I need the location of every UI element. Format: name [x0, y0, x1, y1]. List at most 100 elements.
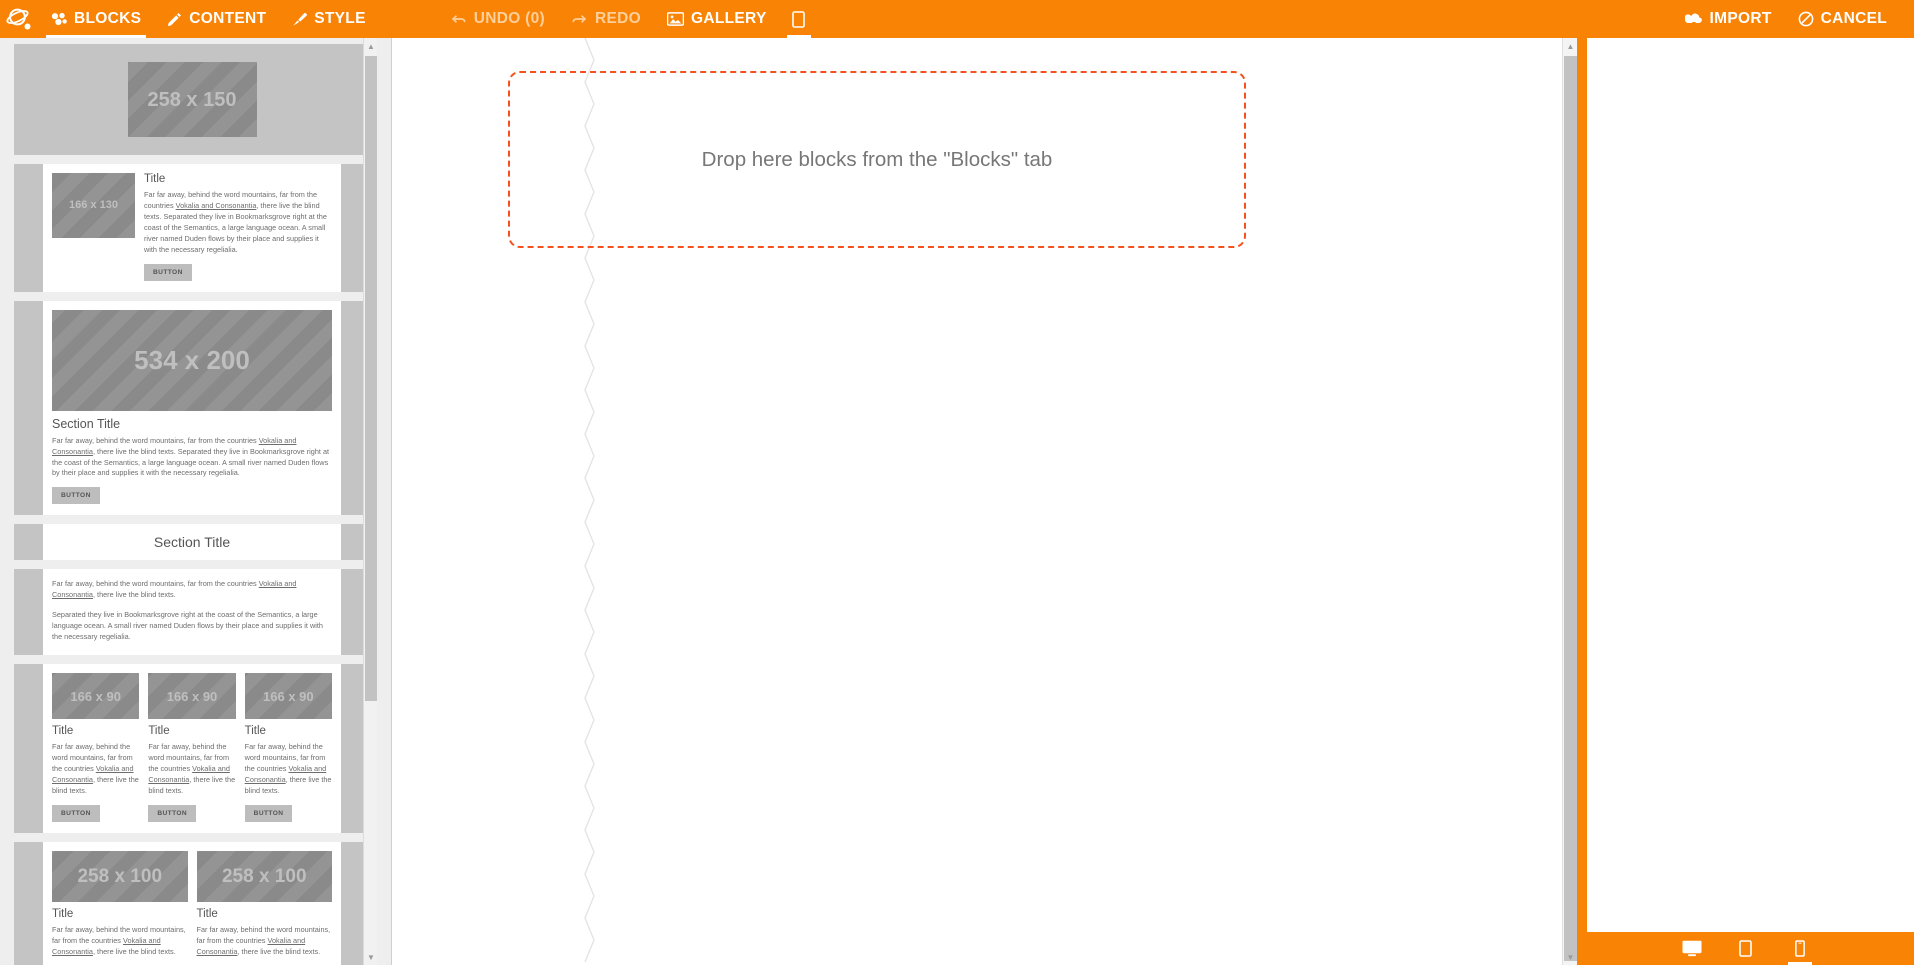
redo-button[interactable]: REDO [558, 0, 654, 38]
toolbar-actions: IMPORT CANCEL [1672, 0, 1914, 38]
block-row: 166 x 130 Title Far far away, behind the… [52, 173, 332, 281]
canvas-scrollbar[interactable]: ▲ ▼ [1562, 38, 1577, 965]
block-title: Title [52, 907, 74, 920]
tab-content-label: CONTENT [189, 10, 267, 27]
block-title: Section Title [52, 416, 121, 431]
block-two-col[interactable]: 258 x 100 Title Far far away, behind the… [14, 841, 370, 965]
editor-canvas[interactable]: Drop here blocks from the "Blocks" tab [393, 38, 1562, 965]
block-body: 534 x 200 Section Title Far far away, be… [43, 300, 341, 516]
block-gutter [14, 524, 43, 561]
block-button[interactable]: BUTTON [52, 804, 100, 822]
cancel-button[interactable]: CANCEL [1785, 0, 1900, 38]
pencil-icon [167, 12, 182, 27]
scroll-up-icon[interactable]: ▲ [1563, 38, 1578, 54]
block-gutter [14, 664, 43, 833]
ban-icon [1798, 11, 1814, 27]
sidebar-scrollbar[interactable]: ▲ ▼ [363, 38, 377, 965]
blocks-list: 258 x 150 166 x 130 Title Far far away, … [0, 38, 378, 965]
tab-blocks[interactable]: BLOCKS [38, 0, 154, 38]
block-column: 166 x 90 Title Far far away, behind the … [244, 673, 332, 822]
image-placeholder: 534 x 200 [52, 309, 332, 411]
block-gutter [14, 164, 43, 292]
import-button[interactable]: IMPORT [1672, 0, 1785, 38]
cancel-label: CANCEL [1820, 10, 1887, 27]
app-logo[interactable] [0, 0, 38, 38]
block-gutter [14, 44, 43, 155]
block-heading-text: Section Title [153, 534, 231, 551]
tablet-icon [792, 10, 805, 28]
canvas-dropzone[interactable]: Drop here blocks from the "Blocks" tab [508, 71, 1246, 248]
tab-blocks-label: BLOCKS [74, 10, 142, 27]
undo-button[interactable]: UNDO (0) [437, 0, 558, 38]
right-panel-accent-strip [1577, 38, 1587, 965]
block-column: 258 x 100 Title Far far away, behind the… [52, 850, 188, 965]
image-placeholder: 166 x 90 [148, 673, 236, 720]
planet-logo-icon [6, 6, 32, 32]
tab-content[interactable]: CONTENT [154, 0, 279, 38]
right-preview-panel[interactable] [1587, 38, 1914, 965]
block-row: 166 x 90 Title Far far away, behind the … [52, 673, 332, 822]
block-button[interactable]: BUTTON [244, 804, 293, 822]
block-paragraph-1: Far far away, behind the word mountains,… [52, 579, 297, 600]
block-paragraph: Far far away, behind the word mountains,… [52, 924, 186, 956]
top-toolbar: BLOCKS CONTENT STYLE UNDO (0) REDO GALLE… [0, 0, 1914, 38]
block-body: Far far away, behind the word mountains,… [43, 569, 341, 656]
cloud-upload-icon [1684, 12, 1703, 26]
gallery-button[interactable]: GALLERY [654, 0, 780, 38]
image-placeholder: 258 x 150 [127, 62, 257, 137]
block-title: Title [196, 907, 218, 920]
block-title: Title [144, 173, 166, 185]
block-title: Title [148, 725, 170, 738]
block-gutter [14, 841, 43, 965]
block-column: 166 x 90 Title Far far away, behind the … [148, 673, 236, 822]
image-icon [667, 12, 684, 26]
blocks-icon [51, 12, 67, 26]
canvas-scroll-thumb[interactable] [1564, 56, 1577, 961]
block-image[interactable]: 258 x 150 [14, 44, 370, 155]
import-label: IMPORT [1709, 10, 1772, 27]
block-button[interactable]: BUTTON [144, 263, 192, 281]
image-placeholder: 166 x 90 [244, 673, 332, 720]
block-gutter [14, 300, 43, 516]
block-body: 166 x 130 Title Far far away, behind the… [43, 164, 341, 292]
block-paragraph: Far far away, behind the word mountains,… [52, 435, 330, 478]
mobile-icon [1794, 940, 1805, 957]
dropzone-label: Drop here blocks from the "Blocks" tab [701, 147, 1053, 171]
block-paragraph: Far far away, behind the word mountains,… [196, 924, 331, 956]
block-paragraph: Far far away, behind the word mountains,… [52, 742, 139, 795]
block-hero[interactable]: 534 x 200 Section Title Far far away, be… [14, 300, 370, 516]
tab-style[interactable]: STYLE [279, 0, 378, 38]
block-body: Section Title [43, 524, 341, 561]
block-row: 258 x 100 Title Far far away, behind the… [52, 850, 332, 965]
image-placeholder: 166 x 130 [52, 173, 135, 238]
scroll-up-icon[interactable]: ▲ [364, 38, 378, 54]
device-mobile-button[interactable] [1787, 932, 1813, 965]
sidebar-scroll-thumb[interactable] [365, 56, 377, 701]
block-image-text[interactable]: 166 x 130 Title Far far away, behind the… [14, 164, 370, 292]
block-gutter [14, 569, 43, 656]
block-body: 258 x 100 Title Far far away, behind the… [43, 841, 341, 965]
toolbar-device-toggle[interactable] [780, 0, 818, 38]
block-heading[interactable]: Section Title [14, 524, 370, 561]
block-button[interactable]: BUTTON [52, 487, 100, 505]
brush-icon [292, 12, 308, 27]
tab-style-label: STYLE [314, 10, 366, 27]
image-placeholder: 258 x 100 [52, 850, 188, 902]
scroll-down-icon[interactable]: ▼ [364, 949, 378, 965]
block-title: Title [244, 725, 266, 738]
block-body: 258 x 150 [43, 44, 341, 155]
undo-arrow-icon [450, 12, 467, 26]
block-text[interactable]: Far far away, behind the word mountains,… [14, 569, 370, 656]
block-paragraph: Far far away, behind the word mountains,… [244, 742, 332, 795]
scroll-down-icon[interactable]: ▼ [1563, 949, 1578, 965]
block-body: 166 x 90 Title Far far away, behind the … [43, 664, 341, 833]
block-button[interactable]: BUTTON [148, 804, 197, 822]
block-paragraph: Far far away, behind the word mountains,… [144, 190, 327, 254]
block-column: 166 x 90 Title Far far away, behind the … [52, 673, 140, 822]
block-three-col[interactable]: 166 x 90 Title Far far away, behind the … [14, 664, 370, 833]
device-tablet-button[interactable] [1733, 932, 1759, 965]
block-column: 258 x 100 Title Far far away, behind the… [196, 850, 332, 965]
redo-label: REDO [595, 10, 641, 27]
block-title: Title [52, 725, 74, 738]
device-desktop-button[interactable] [1679, 932, 1705, 965]
